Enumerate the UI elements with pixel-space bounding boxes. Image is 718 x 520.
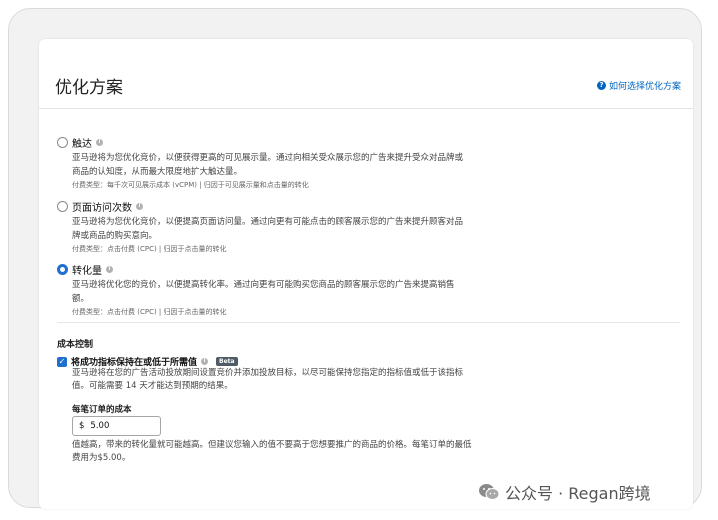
option-page-visits[interactable]: 页面访问次数 i 亚马逊将为您优化竞价，以便提高页面访问量。通过向更有可能点击的…: [57, 199, 487, 254]
cost-per-order-hint: 值越高，带来的转化量就可能越高。但建议您输入的值不要高于您想要推广的商品的价格。…: [72, 440, 472, 463]
cost-control-description: 亚马逊将在您的广告活动投放期间设置竞价并添加投放目标，以尽可能保持您指定的指标值…: [72, 368, 464, 391]
beta-badge: Beta: [216, 357, 238, 366]
info-icon[interactable]: i: [201, 358, 209, 365]
cost-per-order-input[interactable]: [90, 421, 151, 431]
radio-page-visits[interactable]: [57, 200, 68, 212]
help-link[interactable]: ? 如何选择优化方案: [596, 79, 681, 92]
watermark-text: 公众号 · Regan跨境: [505, 484, 651, 503]
help-link-label: 如何选择优化方案: [608, 82, 681, 92]
question-icon: ?: [596, 81, 606, 90]
info-icon[interactable]: i: [136, 202, 143, 210]
device-frame: 优化方案 ? 如何选择优化方案 触达 i 亚马逊将为您优化竞价，以便获得更高的可…: [8, 8, 702, 509]
page-title: 优化方案: [55, 78, 123, 98]
info-icon[interactable]: i: [106, 265, 113, 273]
card-header: 优化方案 ? 如何选择优化方案: [39, 39, 693, 109]
cost-control-title: 成本控制: [57, 340, 94, 350]
option-description: 亚马逊将优化您的竞价，以便提高转化率。通过向更有可能购买您商品的顾客展示您的广告…: [72, 280, 455, 304]
option-reach[interactable]: 触达 i 亚马逊将为您优化竞价，以便获得更高的可见展示量。通过向相关受众展示您的…: [57, 135, 487, 190]
watermark: 公众号 · Regan跨境: [478, 480, 651, 504]
option-billing-meta: 付费类型：点击付费 (CPC) | 归因于点击量的转化: [72, 245, 227, 253]
section-divider: [57, 322, 680, 323]
option-label: 触达: [72, 138, 92, 150]
radio-conversions[interactable]: [57, 263, 68, 275]
cost-per-order-label: 每笔订单的成本: [72, 405, 132, 415]
option-billing-meta: 付费类型：点击付费 (CPC) | 归因于点击量的转化: [72, 308, 227, 316]
cost-per-order-input-box[interactable]: $: [72, 416, 161, 436]
info-icon[interactable]: i: [96, 138, 103, 146]
radio-reach[interactable]: [57, 136, 68, 148]
currency-prefix: $: [79, 421, 85, 431]
option-label: 页面访问次数: [72, 202, 132, 214]
wechat-icon: [479, 484, 500, 500]
option-description: 亚马逊将为您优化竞价，以便提高页面访问量。通过向更有可能点击的顾客展示您的广告来…: [72, 217, 464, 241]
option-billing-meta: 付费类型：每千次可见展示成本 (vCPM) | 归因于可见展示量和点击量的转化: [72, 181, 309, 189]
option-conversions[interactable]: 转化量 i 亚马逊将优化您的竞价，以便提高转化率。通过向更有可能购买您商品的顾客…: [57, 262, 487, 317]
cost-control-checkbox[interactable]: ✓: [57, 356, 67, 367]
option-label: 转化量: [72, 265, 102, 277]
optimization-card: 优化方案 ? 如何选择优化方案 触达 i 亚马逊将为您优化竞价，以便获得更高的可…: [39, 39, 693, 509]
option-description: 亚马逊将为您优化竞价，以便获得更高的可见展示量。通过向相关受众展示您的广告来提升…: [72, 153, 464, 177]
